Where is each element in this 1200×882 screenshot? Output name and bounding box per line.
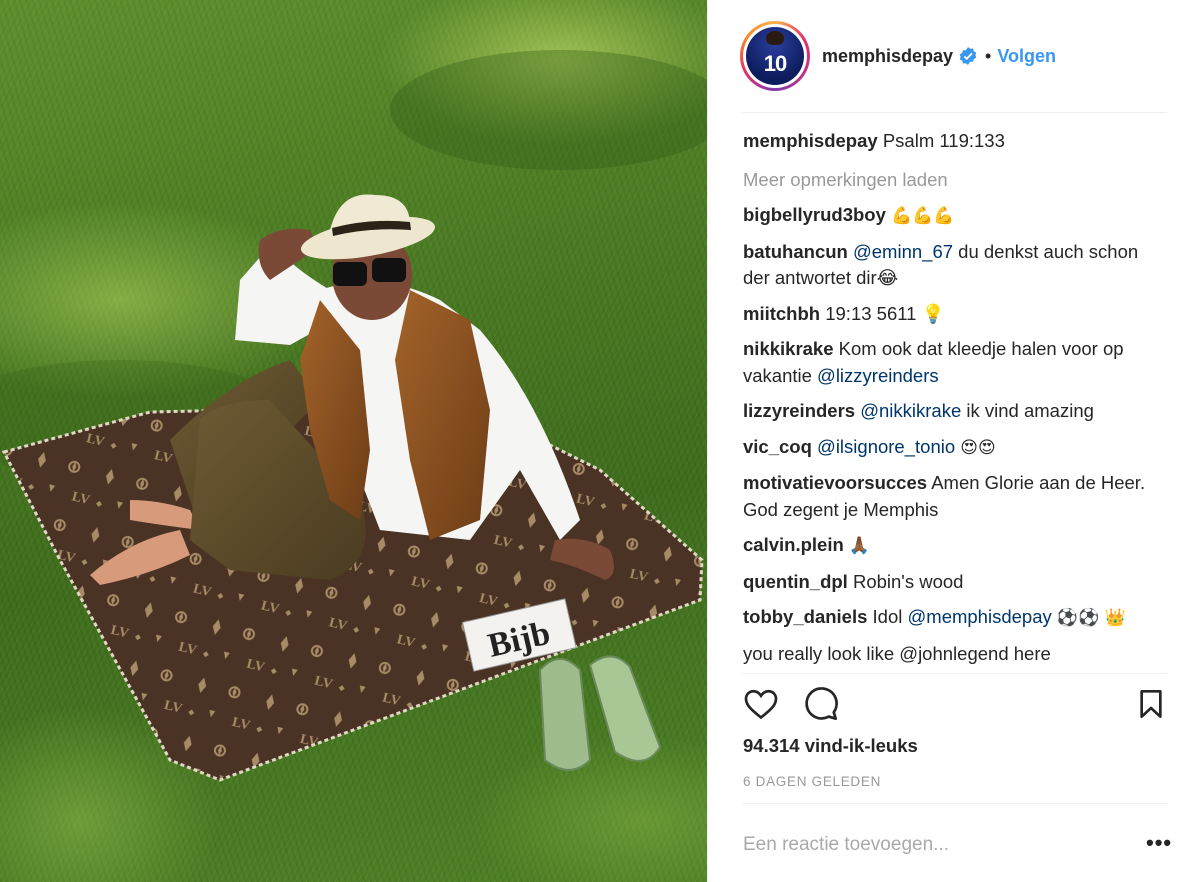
post-header: 10 memphisdepay • Volgen [740, 19, 1168, 93]
likes-count[interactable]: 94.314 vind-ik-leuks [743, 735, 918, 757]
avatar: 10 [746, 27, 804, 85]
comment-text: Idol [872, 606, 903, 627]
post-photo[interactable]: LV Bijb [0, 0, 707, 882]
comment-mention[interactable]: @lizzyreinders [817, 365, 939, 386]
comment-username[interactable]: motivatievoorsucces [743, 472, 927, 493]
comment-bubble-icon[interactable] [803, 686, 839, 722]
comment-item: nikkikrake Kom ook dat kleedje halen voo… [743, 336, 1167, 389]
comment-item: quentin_dpl Robin's wood [743, 569, 1167, 596]
separator-dot: • [985, 45, 992, 66]
load-more-comments-button[interactable]: Meer opmerkingen laden [743, 167, 1167, 194]
post-username[interactable]: memphisdepay [822, 46, 953, 67]
comment-mention[interactable]: @eminn_67 [853, 241, 953, 262]
comment-mention[interactable]: @nikkikrake [860, 400, 961, 421]
caption-text: Psalm 119:133 [882, 130, 1005, 151]
comment-username[interactable]: quentin_dpl [743, 571, 848, 592]
post-sidebar: 10 memphisdepay • Volgen memphisdepay Ps… [707, 0, 1200, 882]
avatar-jersey-number: 10 [763, 51, 788, 76]
comment-mention[interactable]: @memphisdepay [908, 606, 1052, 627]
comment-text: 🙏🏾 [848, 536, 871, 556]
verified-badge-icon [959, 47, 977, 65]
comment-mention[interactable]: @ilsignore_tonio [817, 436, 955, 457]
add-comment-input[interactable] [743, 834, 1133, 856]
comment-text: 😍😍 [960, 437, 996, 458]
comment-text: 19:13 5611 💡 [825, 302, 945, 324]
comment-text-extra: ⚽⚽ 👑 [1056, 608, 1126, 628]
comments-list[interactable]: memphisdepay Psalm 119:133 Meer opmerkin… [743, 128, 1167, 673]
comment-username[interactable]: tobby_daniels [743, 606, 867, 627]
comment-username[interactable]: nikkikrake [743, 338, 834, 359]
comment-item: miitchbh 19:13 5611 💡 [743, 301, 1167, 328]
photo-illustration: LV Bijb [0, 50, 707, 782]
more-options-icon[interactable]: ••• [1146, 832, 1172, 854]
comment-text: you really look like @johnlegend here [743, 642, 1051, 664]
comment-item: motivatievoorsucces Amen Glorie aan de H… [743, 470, 1167, 523]
divider [742, 673, 1167, 674]
comment-username[interactable]: bigbellyrud3boy [743, 204, 886, 225]
follow-button[interactable]: Volgen [997, 46, 1056, 67]
comment-username[interactable]: lizzyreinders [743, 400, 855, 421]
heart-icon[interactable] [743, 686, 779, 722]
comment-username[interactable]: calvin.plein [743, 534, 844, 555]
divider [742, 803, 1167, 804]
comment-item: tobby_daniels Idol @memphisdepay ⚽⚽ 👑 [743, 604, 1167, 632]
comment-item: you really look like @johnlegend here [743, 641, 1167, 668]
green-loafers [538, 655, 662, 771]
bookmark-icon[interactable] [1135, 686, 1167, 722]
avatar-story-ring[interactable]: 10 [740, 21, 810, 91]
comment-item: batuhancun @eminn_67 du denkst auch scho… [743, 239, 1167, 292]
comment-item: vic_coq @ilsignore_tonio 😍😍 [743, 434, 1167, 462]
comment-username[interactable]: batuhancun [743, 241, 848, 262]
comment-username[interactable]: miitchbh [743, 303, 820, 324]
divider [742, 112, 1167, 113]
caption-username[interactable]: memphisdepay [743, 130, 878, 151]
comment-username[interactable]: vic_coq [743, 436, 812, 457]
comment-text: 💪💪💪 [891, 206, 955, 226]
post-date[interactable]: 6 DAGEN GELEDEN [743, 774, 881, 789]
comment-text: ik vind amazing [966, 400, 1094, 421]
comment-text: Robin's wood [852, 570, 964, 592]
comment-item: calvin.plein 🙏🏾 [743, 532, 1167, 560]
comment-item: bigbellyrud3boy 💪💪💪 [743, 202, 1167, 230]
post-caption: memphisdepay Psalm 119:133 [743, 128, 1167, 155]
comment-item: lizzyreinders @nikkikrake ik vind amazin… [743, 398, 1167, 425]
post-actions [743, 686, 1167, 726]
